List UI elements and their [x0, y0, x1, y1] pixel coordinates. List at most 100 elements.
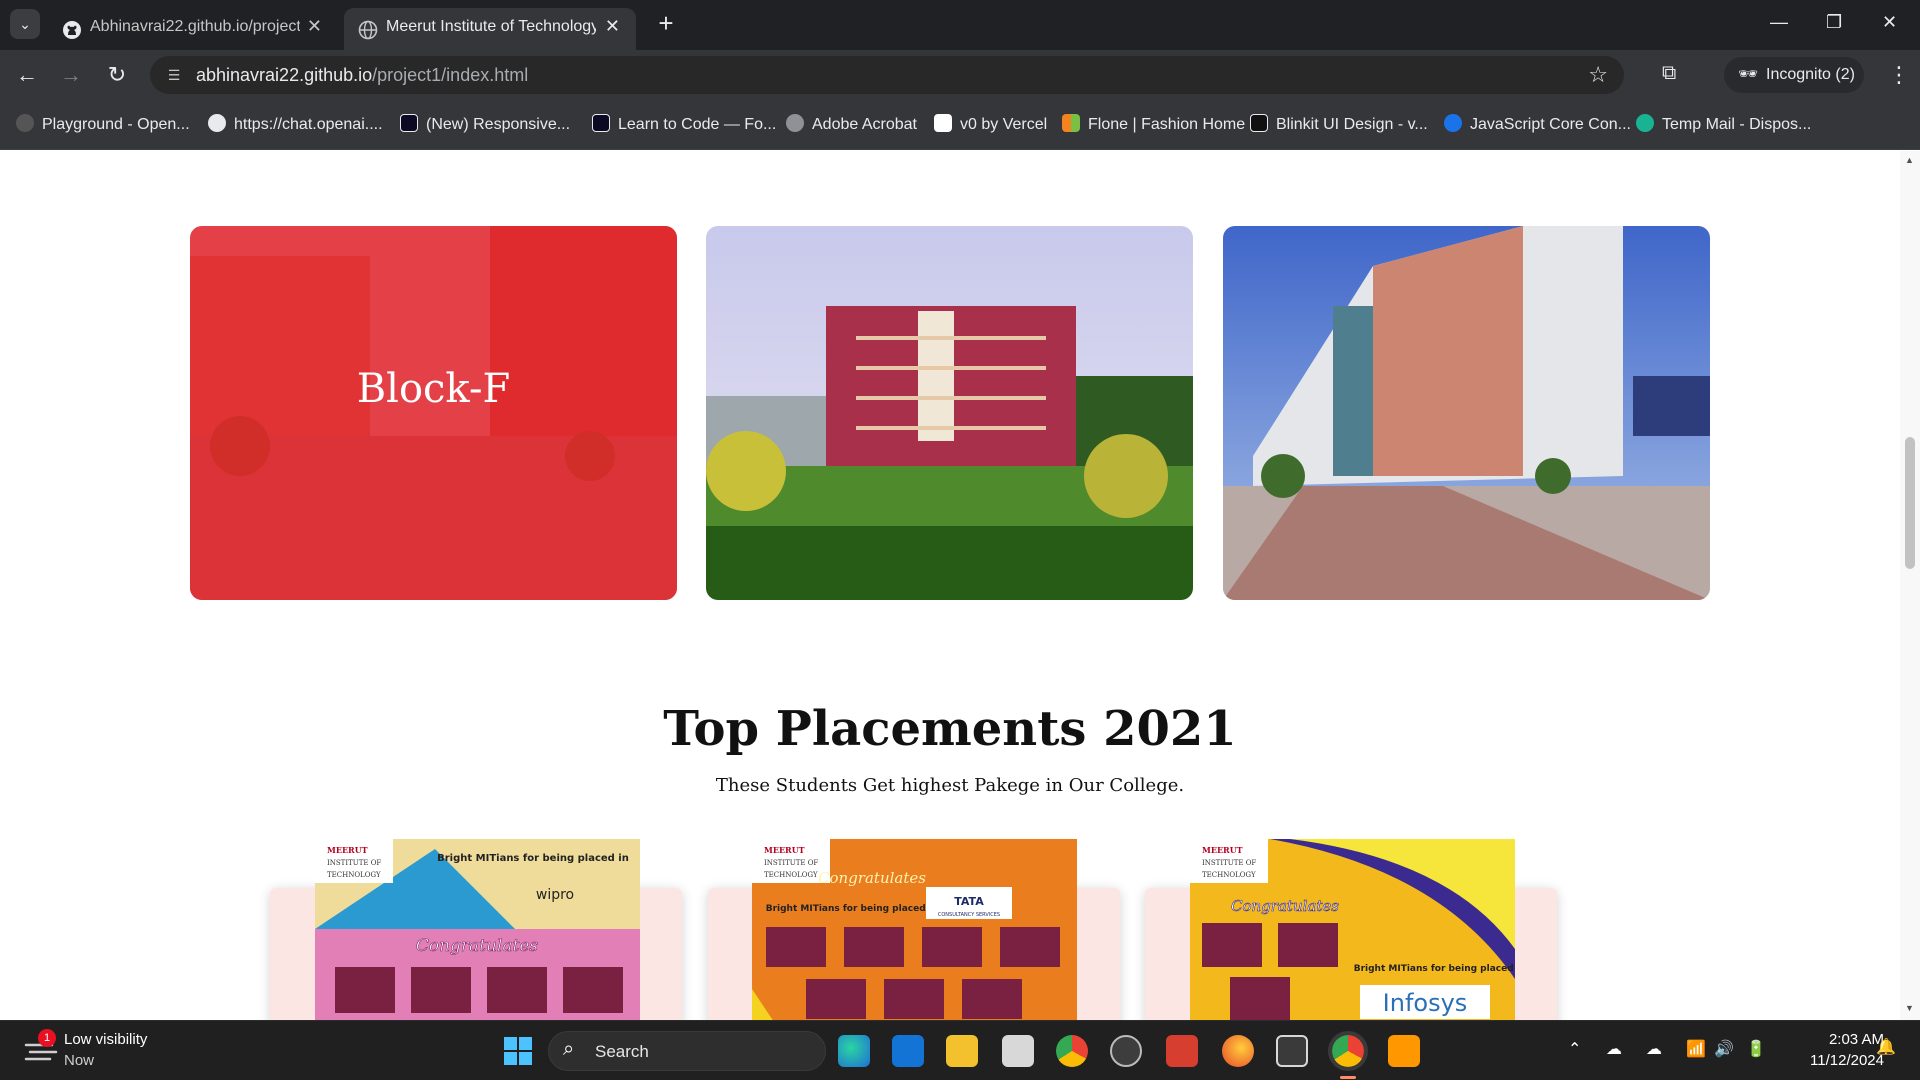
placement-poster-infosys[interactable]: MEERUT INSTITUTE OF TECHNOLOGY Congratul… [1190, 839, 1515, 1020]
poster-congrats: Congratulates [416, 936, 539, 956]
page-scrollbar[interactable]: ▲ ▼ [1900, 151, 1920, 1020]
clock-time[interactable]: 2:03 AM [1806, 1031, 1884, 1048]
sublime-text-icon[interactable] [1388, 1035, 1420, 1067]
college-name: MEERUT [1202, 845, 1243, 855]
reload-icon[interactable]: ↻ [104, 62, 130, 88]
bookmark-item[interactable]: JavaScript Core Con... [1444, 114, 1631, 136]
minimize-icon[interactable]: — [1770, 12, 1788, 33]
hover-overlay [190, 226, 677, 600]
volume-icon[interactable]: 🔊 [1714, 1039, 1734, 1059]
back-icon[interactable]: ← [14, 62, 40, 88]
bookmark-star-icon[interactable]: ☆ [1588, 62, 1608, 88]
url-text[interactable]: abhinavrai22.github.io/project1/index.ht… [196, 65, 528, 86]
globe-icon [786, 114, 804, 132]
search-icon: ⌕ [563, 1038, 575, 1060]
freecodecamp-icon [592, 114, 610, 132]
chrome-incognito-icon[interactable] [1328, 1031, 1368, 1071]
placements-subtitle: These Students Get highest Pakege in Our… [715, 775, 1185, 796]
college-name: TECHNOLOGY [327, 871, 381, 879]
tab-meerut[interactable]: Meerut Institute of Technology ✕ [344, 8, 636, 50]
edge-icon[interactable] [838, 1035, 870, 1067]
file-explorer-icon[interactable] [946, 1035, 978, 1067]
new-tab-button[interactable]: + [652, 10, 680, 38]
show-hidden-icons-icon[interactable]: ⌃ [1568, 1039, 1581, 1059]
college-name: TECHNOLOGY [764, 871, 818, 879]
college-name: TECHNOLOGY [1202, 871, 1256, 879]
battery-icon[interactable]: 🔋 [1746, 1039, 1766, 1059]
incognito-icon: 🕶 [1738, 66, 1759, 83]
onedrive-sync-icon[interactable]: ☁ [1646, 1039, 1662, 1059]
chevron-down-icon: ⌄ [19, 16, 31, 32]
college-name: INSTITUTE OF [327, 859, 381, 867]
bookmark-item[interactable]: Flone | Fashion Home [1062, 114, 1245, 136]
college-name: MEERUT [764, 845, 805, 855]
incognito-profile-button[interactable]: 🕶 Incognito (2) [1724, 57, 1864, 93]
placement-poster-tcs[interactable]: MEERUT INSTITUTE OF TECHNOLOGY Congratul… [752, 839, 1077, 1020]
address-bar[interactable]: ☰ abhinavrai22.github.io/project1/index.… [150, 56, 1624, 94]
chrome-icon[interactable] [1056, 1035, 1088, 1067]
postman-icon[interactable] [1166, 1035, 1198, 1067]
bookmark-item[interactable]: https://chat.openai.... [208, 114, 383, 136]
gallery-photo-block-f[interactable]: Block-F [190, 226, 677, 600]
bookmark-item[interactable]: Learn to Code — Fo... [592, 114, 776, 136]
outlook-icon[interactable] [892, 1035, 924, 1067]
gift-icon[interactable] [1002, 1035, 1034, 1067]
more-menu-icon[interactable]: ⋮ [1888, 62, 1910, 88]
bookmark-item[interactable]: Temp Mail - Dispos... [1636, 114, 1811, 136]
block-label: Block-F [356, 366, 511, 412]
navigation-toolbar: ← → ↻ ☰ abhinavrai22.github.io/project1/… [0, 50, 1920, 100]
company-name: Infosys [1383, 989, 1468, 1017]
poster-headline: Bright MITians for being placed in [437, 853, 629, 864]
tab-search-button[interactable]: ⌄ [10, 9, 40, 39]
taskbar-search-box[interactable]: ⌕ Search [548, 1031, 826, 1071]
weather-alert-badge: 1 [38, 1029, 56, 1047]
bookmark-item[interactable]: Playground - Open... [16, 114, 190, 136]
flone-icon [1062, 114, 1080, 132]
windows-taskbar: 1 Low visibility Now ⌕ Search ⌃ ☁ ☁ 📶 🔊 … [0, 1020, 1920, 1080]
gallery-photo-main-building[interactable] [706, 226, 1193, 600]
weather-subtitle: Now [64, 1052, 95, 1069]
scrollbar-thumb[interactable] [1905, 437, 1915, 569]
poster-congrats: Congratulates [818, 869, 926, 887]
restore-icon[interactable]: ❐ [1826, 12, 1842, 33]
bookmark-item[interactable]: Blinkit UI Design - v... [1250, 114, 1428, 136]
vercel-icon [934, 114, 952, 132]
college-name: INSTITUTE OF [1202, 859, 1256, 867]
bookmark-item[interactable]: Adobe Acrobat [786, 114, 917, 136]
placements-title: Top Placements 2021 [663, 701, 1237, 757]
notification-bell-icon[interactable]: 🔔 [1876, 1037, 1896, 1057]
tab-close-icon[interactable]: ✕ [307, 16, 322, 37]
firefox-icon[interactable] [1222, 1035, 1254, 1067]
windows-start-icon[interactable] [502, 1035, 534, 1067]
github-icon [63, 21, 81, 39]
scroll-up-arrow-icon[interactable]: ▲ [1905, 155, 1914, 165]
freecodecamp-icon [400, 114, 418, 132]
bookmark-item[interactable]: v0 by Vercel [934, 114, 1047, 136]
clock-date[interactable]: 11/12/2024 [1788, 1052, 1884, 1069]
tab-github[interactable]: Abhinavrai22.github.io/project1 ✕ [48, 8, 338, 50]
weather-title[interactable]: Low visibility [64, 1031, 147, 1048]
bookmark-item[interactable]: (New) Responsive... [400, 114, 570, 136]
extensions-icon[interactable]: ⧉ [1662, 62, 1676, 85]
gallery-photo-block-building[interactable] [1223, 226, 1710, 600]
microsoft-store-icon[interactable] [1276, 1035, 1308, 1067]
tab-title: Meerut Institute of Technology [386, 18, 596, 35]
company-name: TATA [954, 895, 984, 908]
globe-icon [358, 20, 378, 40]
onedrive-icon[interactable]: ☁ [1606, 1039, 1622, 1059]
poster-headline: Bright MITians for being placed in [1354, 964, 1515, 974]
campus-photo [1223, 226, 1710, 600]
placement-poster-wipro[interactable]: MEERUT INSTITUTE OF TECHNOLOGY Bright MI… [315, 839, 640, 1020]
close-window-icon[interactable]: ✕ [1882, 12, 1897, 33]
scroll-down-arrow-icon[interactable]: ▼ [1905, 1003, 1914, 1013]
site-info-icon[interactable]: ☰ [164, 65, 184, 85]
wifi-icon[interactable]: 📶 [1686, 1039, 1706, 1059]
forward-icon[interactable]: → [58, 62, 84, 88]
page-viewport: Block-F Top Placements 2021 These Studen… [0, 151, 1900, 1020]
media-player-icon[interactable] [1110, 1035, 1142, 1067]
company-subtitle: CONSULTANCY SERVICES [938, 912, 1000, 918]
tab-close-icon[interactable]: ✕ [605, 16, 620, 37]
active-app-indicator [1340, 1076, 1356, 1079]
college-name: INSTITUTE OF [764, 859, 818, 867]
temp-mail-icon [1636, 114, 1654, 132]
